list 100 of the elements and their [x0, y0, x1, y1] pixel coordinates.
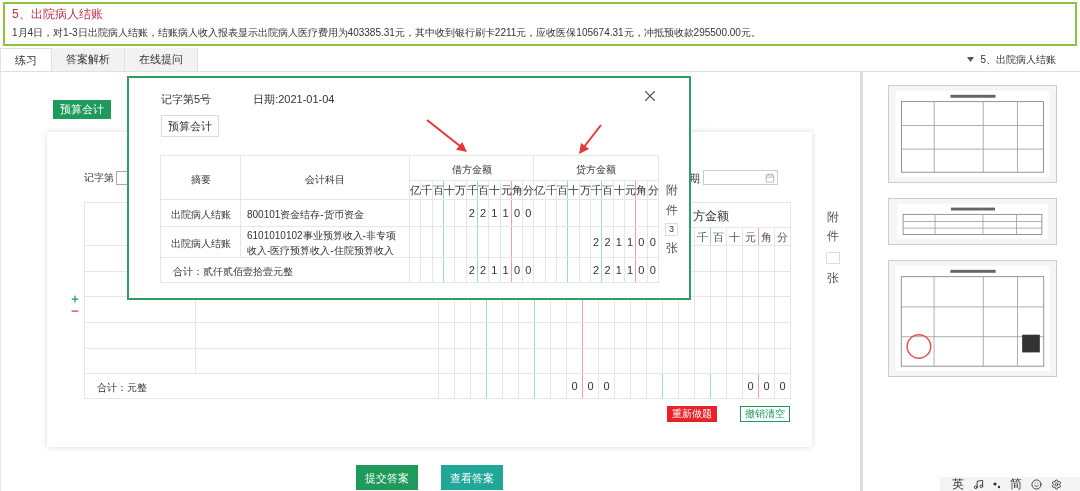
table-cell: 0: [763, 379, 770, 392]
smiley-icon[interactable]: [1031, 478, 1042, 490]
column-header: 借方金额: [451, 164, 492, 175]
table-cell: 800101资金结存-货币资金: [247, 208, 364, 220]
table-cell: 1: [627, 235, 634, 248]
table-cell: 1: [502, 206, 509, 219]
tab[interactable]: 练习: [0, 48, 52, 71]
table-cell: 0: [649, 263, 656, 276]
column-header: 会计科目: [305, 173, 345, 185]
table-cell: 出院病人结账: [170, 209, 231, 220]
music-note-icon[interactable]: [973, 478, 984, 490]
table-cell: 2: [604, 235, 611, 248]
table-cell: 0: [603, 379, 610, 392]
ledger-tag: 预算会计: [161, 115, 219, 137]
column-header: 十: [729, 230, 741, 243]
column-header: 亿: [534, 183, 546, 196]
form-button[interactable]: 重新做题: [667, 406, 717, 423]
question-dropdown[interactable]: 5、出院病人结账: [967, 52, 1056, 67]
column-header: 十: [568, 183, 580, 196]
table-cell: 2: [479, 263, 487, 276]
tab[interactable]: 答案解析: [52, 48, 125, 71]
column-header: 元: [745, 230, 757, 243]
column-header: 分: [647, 183, 659, 196]
attachments-field[interactable]: [826, 251, 840, 264]
table-cell: 0: [638, 263, 645, 276]
column-header: 千: [466, 183, 478, 196]
column-header: 千: [591, 183, 602, 196]
column-header: 百: [557, 183, 569, 196]
column-header: 贷方金额: [576, 164, 617, 175]
table-cell: 2: [468, 206, 475, 219]
column-header: 分: [523, 183, 535, 196]
table-cell: 2: [604, 263, 611, 276]
table-cell: 0: [513, 206, 521, 219]
voucher-date: 日期:2021-01-04: [253, 91, 335, 107]
attachments-count: 3: [665, 222, 678, 236]
charset-toggle[interactable]: 简: [1010, 475, 1022, 491]
column-header: 百: [477, 183, 489, 196]
voucher-number: 记字第5号: [161, 91, 212, 107]
table-cell: 0: [638, 235, 645, 248]
tab[interactable]: 在线提问: [125, 48, 198, 71]
table-cell: 2: [593, 263, 600, 276]
calendar-icon: [765, 172, 775, 183]
column-header: 千: [421, 183, 433, 196]
language-toggle[interactable]: 英: [952, 475, 964, 491]
column-header: 百: [432, 183, 444, 196]
column-header: 百: [713, 230, 725, 243]
table-cell: 0: [513, 263, 521, 276]
ledger-button[interactable]: 预算会计: [53, 100, 111, 119]
total-label: 合计：贰仟贰佰壹拾壹元整: [173, 266, 293, 277]
table-cell: 1: [615, 235, 622, 248]
question-title: 5、出院病人结账: [12, 6, 104, 23]
table-cell: 0: [525, 263, 532, 276]
column-header: 十: [489, 183, 501, 196]
column-header: 十: [613, 183, 625, 196]
table-cell: 0: [779, 379, 786, 392]
table-cell: 2: [468, 263, 475, 276]
table-cell: 1: [502, 263, 509, 276]
column-header: 千: [545, 183, 557, 196]
table-cell: 2: [479, 206, 487, 219]
table-cell: 1: [615, 263, 622, 276]
form-button[interactable]: 撤销清空: [740, 406, 790, 423]
column-header: 十: [443, 183, 455, 196]
column-header: 角: [636, 183, 648, 196]
table-cell: 0: [571, 379, 578, 392]
column-header: 亿: [410, 183, 421, 196]
column-header: 分: [777, 230, 789, 243]
table-cell: 1: [627, 263, 634, 276]
column-header: 方金额: [693, 209, 730, 224]
pointer-arrow: [425, 118, 469, 154]
column-header: 元: [624, 183, 636, 196]
table-cell: 0: [649, 235, 656, 248]
add-row-button[interactable]: [70, 294, 80, 305]
total-label: 合计：元整: [97, 382, 147, 394]
date-field[interactable]: [703, 170, 778, 186]
column-header: 角: [511, 183, 523, 196]
answer-button[interactable]: 提交答案: [356, 465, 418, 491]
column-header: 千: [697, 230, 709, 243]
table-cell: 6101010102事业预算收入-非专项收入-医疗预算收入-住院预算收入: [247, 230, 396, 256]
question-text: 1月4日，对1-3日出院病人结账，结账病人收入报表显示出院病人医疗费用为403385.31元，其中收到银行刷卡2211元，应收医保105674.31元，冲抵预收款295500.00元。: [12, 26, 762, 40]
column-header: 角: [761, 230, 773, 243]
voucher-number-label: 记字第: [84, 171, 114, 186]
table-cell: 0: [747, 379, 754, 392]
column-header: 百: [602, 183, 614, 196]
table-cell: 0: [525, 206, 532, 219]
caret-icon: [967, 57, 975, 62]
plus-icon: [70, 294, 80, 305]
attachments-unit: 张: [827, 269, 839, 287]
table-cell: 1: [491, 206, 498, 219]
attachments-label: 附件: [665, 182, 678, 219]
column-header: 元: [500, 183, 512, 196]
table-cell: 2: [593, 235, 600, 248]
column-header: 万: [455, 183, 467, 196]
column-header: 万: [579, 183, 591, 196]
attachments-unit: 张: [665, 239, 678, 257]
table-cell: 出院病人结账: [170, 238, 231, 249]
table-cell: 1: [491, 263, 498, 276]
attachments-label: 附件: [827, 209, 839, 246]
column-header: 摘要: [190, 173, 211, 185]
table-cell: 0: [587, 379, 594, 392]
settings-icon[interactable]: [1051, 478, 1062, 490]
